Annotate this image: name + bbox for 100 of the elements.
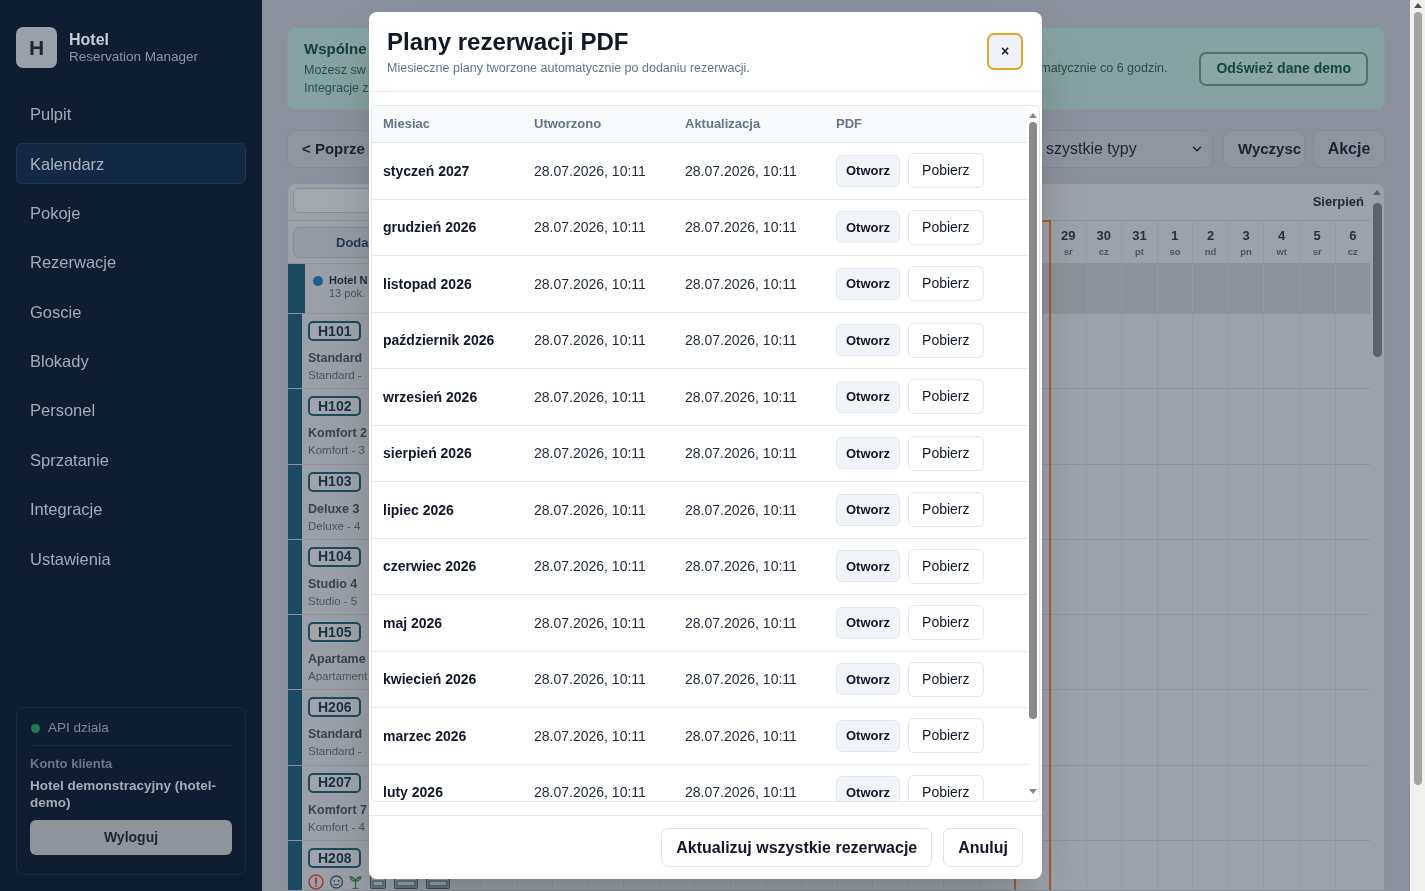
- alert-icon: [308, 874, 324, 890]
- scroll-up-arrow-icon[interactable]: [1029, 113, 1037, 118]
- created-cell: 28.07.2026, 10:11: [534, 332, 646, 349]
- room-number-badge: H105: [308, 622, 362, 643]
- weekday-label: nd: [1204, 246, 1217, 257]
- download-button[interactable]: Pobierz: [908, 774, 984, 801]
- room-number-badge: H102: [308, 396, 362, 417]
- group-room-count: 13 pok.: [329, 287, 367, 300]
- created-cell: 28.07.2026, 10:11: [534, 219, 646, 236]
- scrollbar-thumb[interactable]: [1372, 203, 1382, 357]
- banner-note: matycznie co 6 godzin.: [1040, 60, 1168, 78]
- download-button[interactable]: Pobierz: [908, 661, 984, 697]
- nav-item[interactable]: Ustawienia: [16, 538, 246, 580]
- column-header: PDF: [836, 115, 862, 134]
- month-cell: wrzesień 2026: [383, 388, 478, 405]
- nav-item[interactable]: Sprzatanie: [16, 439, 246, 481]
- nav-item[interactable]: Pulpit: [16, 94, 246, 135]
- day-number: 29: [1061, 228, 1076, 243]
- download-button[interactable]: Pobierz: [908, 322, 984, 358]
- open-button[interactable]: Otworz: [836, 719, 901, 752]
- room-detail: Standard -: [308, 368, 362, 383]
- column-header: Aktualizacja: [685, 115, 761, 134]
- month-cell: listopad 2026: [383, 275, 472, 292]
- download-button[interactable]: Pobierz: [908, 492, 984, 528]
- download-button[interactable]: Pobierz: [908, 379, 984, 415]
- open-button[interactable]: Otworz: [836, 550, 901, 583]
- updated-cell: 28.07.2026, 10:11: [685, 727, 797, 744]
- open-button[interactable]: Otworz: [836, 380, 901, 413]
- weekday-label: cz: [1347, 246, 1358, 257]
- month-cell: marzec 2026: [383, 727, 467, 744]
- nav-item[interactable]: Personel: [16, 390, 246, 432]
- open-button[interactable]: Otworz: [836, 663, 901, 696]
- room-detail: Standard -: [308, 744, 362, 760]
- weekday-label: cz: [1098, 246, 1109, 257]
- download-button[interactable]: Pobierz: [908, 209, 984, 245]
- scroll-down-arrow-icon[interactable]: [1029, 789, 1037, 794]
- room-number-badge: H206: [308, 697, 362, 718]
- room-detail: Komfort - 3: [308, 443, 365, 459]
- open-button[interactable]: Otworz: [836, 437, 901, 470]
- created-cell: 28.07.2026, 10:11: [534, 558, 646, 575]
- month-label: Sierpień: [1312, 193, 1364, 212]
- nav-item[interactable]: Pokoje: [16, 192, 246, 234]
- created-cell: 28.07.2026, 10:11: [534, 162, 646, 179]
- open-button[interactable]: Otworz: [836, 154, 901, 187]
- room-detail: Komfort - 4: [308, 819, 365, 835]
- refresh-demo-button[interactable]: Odśwież dane demo: [1199, 51, 1368, 86]
- open-button[interactable]: Otworz: [836, 776, 901, 801]
- created-cell: 28.07.2026, 10:11: [534, 614, 646, 631]
- weekday-label: sr: [1312, 246, 1322, 257]
- room-name: Apartame: [308, 651, 366, 668]
- clear-filters-button[interactable]: Wyczysc: [1223, 130, 1305, 168]
- open-button[interactable]: Otworz: [836, 211, 901, 244]
- download-button[interactable]: Pobierz: [908, 548, 984, 584]
- created-cell: 28.07.2026, 10:11: [534, 727, 646, 744]
- nav-item[interactable]: Rezerwacje: [16, 242, 246, 284]
- download-button[interactable]: Pobierz: [908, 435, 984, 471]
- nav-item[interactable]: Goscie: [16, 291, 246, 333]
- created-cell: 28.07.2026, 10:11: [534, 388, 646, 405]
- download-button[interactable]: Pobierz: [908, 605, 984, 641]
- download-button[interactable]: Pobierz: [908, 718, 984, 754]
- status-text: API dziala: [48, 718, 109, 737]
- room-number-badge: H208: [308, 848, 362, 869]
- open-button[interactable]: Otworz: [836, 267, 901, 300]
- updated-cell: 28.07.2026, 10:11: [685, 671, 797, 688]
- room-detail: Studio - 5: [308, 593, 358, 609]
- month-cell: maj 2026: [383, 614, 443, 631]
- download-button[interactable]: Pobierz: [908, 266, 984, 302]
- logout-button[interactable]: Wyloguj: [30, 820, 232, 855]
- room-detail: Apartament: [308, 669, 368, 685]
- download-button[interactable]: Pobierz: [908, 153, 984, 189]
- room-name: Standard: [308, 350, 363, 366]
- open-button[interactable]: Otworz: [836, 324, 901, 357]
- open-button[interactable]: Otworz: [836, 606, 901, 639]
- created-cell: 28.07.2026, 10:11: [534, 784, 646, 801]
- month-cell: lipiec 2026: [383, 501, 454, 518]
- room-name: Komfort 2: [308, 425, 368, 442]
- day-number: 4: [1278, 228, 1286, 243]
- weekday-label: so: [1169, 246, 1181, 257]
- scrollbar-thumb[interactable]: [1413, 12, 1422, 785]
- created-cell: 28.07.2026, 10:11: [534, 275, 646, 292]
- nav-item[interactable]: Kalendarz: [16, 143, 246, 185]
- actions-button[interactable]: Akcje: [1313, 130, 1385, 168]
- cancel-button[interactable]: Anuluj: [943, 828, 1023, 867]
- month-cell: luty 2026: [383, 784, 443, 801]
- updated-cell: 28.07.2026, 10:11: [685, 445, 797, 462]
- room-name: Standard: [308, 726, 363, 743]
- open-button[interactable]: Otworz: [836, 493, 901, 526]
- room-number-badge: H101: [308, 321, 362, 341]
- scroll-up-arrow-icon[interactable]: [1413, 3, 1422, 8]
- created-cell: 28.07.2026, 10:11: [534, 501, 646, 518]
- nav-item[interactable]: Blokady: [16, 340, 246, 382]
- update-all-button[interactable]: Aktualizuj wszystkie rezerwacje: [661, 828, 933, 867]
- scrollbar-thumb[interactable]: [1029, 122, 1037, 719]
- nav-item[interactable]: Integracje: [16, 489, 246, 531]
- dialog-subtitle: Miesieczne plany tworzone automatycznie po dodaniu rezerwacji.: [387, 60, 750, 76]
- day-number: 30: [1096, 228, 1112, 243]
- created-cell: 28.07.2026, 10:11: [534, 445, 646, 462]
- room-name: Deluxe 3: [308, 500, 360, 517]
- updated-cell: 28.07.2026, 10:11: [685, 501, 797, 518]
- close-button[interactable]: ×: [987, 33, 1023, 70]
